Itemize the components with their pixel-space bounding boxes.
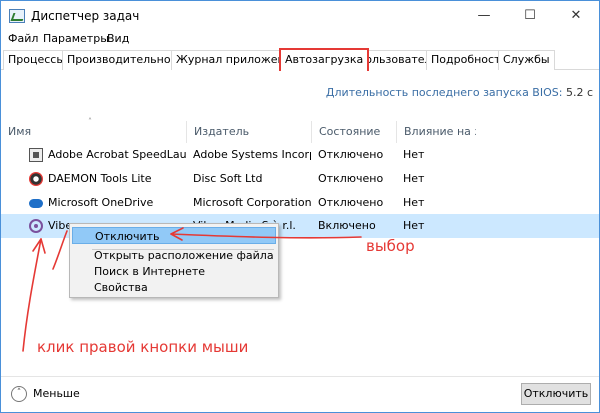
row-status: Отключено [318, 196, 384, 209]
tab-startup[interactable]: Автозагрузка [279, 48, 370, 71]
bios-time-value: 5.2 с [565, 86, 593, 99]
task-manager-icon [9, 9, 25, 23]
menu-bar: Файл Параметры Вид [1, 31, 599, 49]
close-button[interactable]: ✕ [553, 1, 599, 31]
column-name[interactable]: Имя [1, 121, 186, 143]
bios-time: Длительность последнего запуска BIOS: 5.… [326, 86, 593, 99]
row-impact: Нет [403, 196, 425, 209]
viber-icon [29, 219, 43, 233]
row-name: DAEMON Tools Lite [48, 172, 152, 185]
column-impact[interactable]: Влияние на за... [396, 121, 476, 143]
context-disable[interactable]: Отключить [72, 227, 276, 244]
row-impact: Нет [403, 219, 425, 232]
row-status: Включено [318, 219, 376, 232]
row-publisher: Disc Soft Ltd [193, 172, 263, 185]
context-open-location[interactable]: Открыть расположение файла [72, 247, 276, 264]
arrow-head-viber [32, 238, 46, 254]
annotation-choice: выбор [366, 237, 415, 255]
daemon-tools-icon [29, 172, 43, 186]
column-status[interactable]: Состояние [311, 121, 396, 143]
menu-view[interactable]: Вид [107, 32, 129, 45]
row-status: Отключено [318, 148, 384, 161]
table-row[interactable]: Adobe Acrobat SpeedLaunc... Adobe System… [1, 143, 599, 167]
context-properties[interactable]: Свойства [72, 279, 276, 296]
tab-strip: Процессы Производительность Журнал прило… [1, 48, 599, 71]
menu-file[interactable]: Файл [8, 32, 38, 45]
minimize-button[interactable]: — [461, 1, 507, 31]
context-menu: Отключить Открыть расположение файла Пои… [69, 223, 279, 298]
window-title: Диспетчер задач [31, 9, 140, 23]
column-publisher[interactable]: Издатель [186, 121, 311, 143]
footer: ˄ Меньше Отключить [1, 376, 599, 412]
row-status: Отключено [318, 172, 384, 185]
row-name: Microsoft OneDrive [48, 196, 154, 209]
table-row[interactable]: DAEMON Tools Lite Disc Soft Ltd Отключен… [1, 167, 599, 191]
maximize-button[interactable]: ☐ [507, 1, 553, 31]
row-publisher: Adobe Systems Incorpor... [193, 148, 311, 161]
arrow-to-viber [22, 238, 42, 352]
acrobat-icon [29, 148, 43, 162]
chevron-up-icon[interactable]: ˄ [11, 386, 27, 402]
menu-options[interactable]: Параметры [43, 32, 109, 45]
row-impact: Нет [403, 172, 425, 185]
title-bar[interactable]: Диспетчер задач — ☐ ✕ [1, 1, 599, 31]
row-publisher: Microsoft Corporation [193, 196, 311, 209]
disable-button[interactable]: Отключить [521, 383, 591, 405]
onedrive-icon [29, 199, 43, 208]
annotation-right-click: клик правой кнопки мыши [37, 338, 249, 356]
tab-services[interactable]: Службы [498, 50, 555, 70]
row-impact: Нет [403, 148, 425, 161]
bios-time-label: Длительность последнего запуска BIOS: [325, 86, 563, 99]
table-header: Имя Издатель Состояние Влияние на за... [1, 121, 599, 143]
task-manager-window: Диспетчер задач — ☐ ✕ Файл Параметры Вид… [0, 0, 600, 413]
table-row[interactable]: Microsoft OneDrive Microsoft Corporation… [1, 191, 599, 215]
tab-processes[interactable]: Процессы [3, 50, 71, 70]
fewer-details-link[interactable]: Меньше [33, 387, 80, 400]
row-name: Adobe Acrobat SpeedLaunc... [48, 148, 186, 161]
context-search-online[interactable]: Поиск в Интернете [72, 263, 276, 280]
